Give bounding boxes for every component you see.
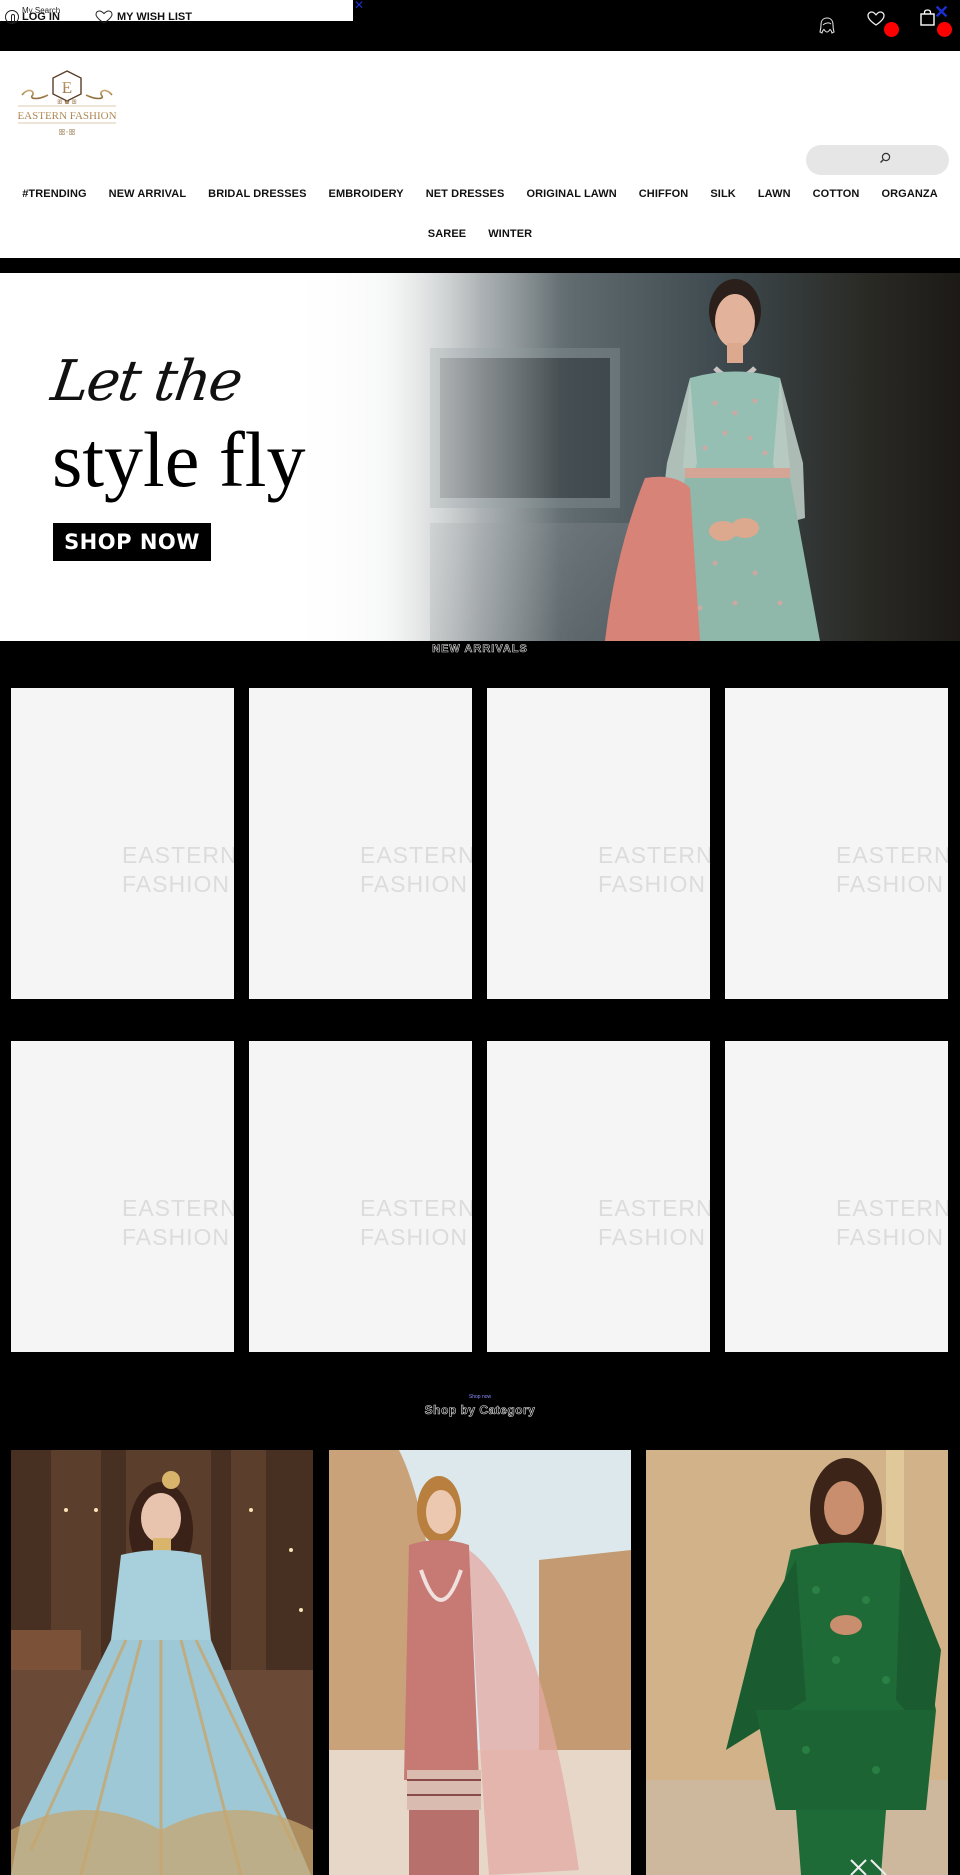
hero-model-image: [605, 279, 820, 641]
close-cart-icon[interactable]: ✕: [934, 2, 949, 23]
nav-cotton[interactable]: COTTON: [802, 188, 871, 200]
heart-outline-icon: [95, 10, 113, 24]
product-card[interactable]: EASTERN FASHION: [249, 688, 472, 999]
hero-script-line: Let the: [47, 349, 245, 414]
wishlist-count-badge: [884, 22, 899, 37]
nav-chiffon[interactable]: CHIFFON: [628, 188, 700, 200]
product-placeholder-watermark: EASTERN FASHION: [836, 842, 948, 897]
wishlist-link[interactable]: MY WISH LIST: [95, 10, 192, 24]
account-icon[interactable]: [818, 16, 836, 36]
nav-silk[interactable]: SILK: [699, 188, 746, 200]
top-utility-strip: My Search LOG IN MY WISH LIST: [0, 0, 353, 24]
product-card[interactable]: EASTERN FASHION: [11, 1041, 234, 1352]
eastern-fashion-logo[interactable]: E ꕥ ✿ ꕥ EASTERN FASHION ꕥ·ꕥ: [14, 69, 120, 144]
svg-text:ꕥ·ꕥ: ꕥ·ꕥ: [58, 128, 75, 137]
search-icon[interactable]: [878, 151, 892, 165]
main-nav-row-2: SAREE WINTER: [0, 228, 960, 240]
shop-by-category-overline: Shop now: [468, 1394, 492, 1400]
product-card[interactable]: EASTERN FASHION: [249, 1041, 472, 1352]
product-card[interactable]: EASTERN FASHION: [487, 688, 710, 999]
nav-bridal-dresses[interactable]: BRIDAL DRESSES: [197, 188, 317, 200]
main-nav-row-1: #TRENDING NEW ARRIVAL BRIDAL DRESSES EMB…: [0, 188, 960, 200]
svg-text:ꕥ ✿ ꕥ: ꕥ ✿ ꕥ: [57, 99, 77, 106]
wishlist-heart-icon[interactable]: [867, 11, 885, 26]
hero-headline: style fly: [52, 416, 306, 503]
product-placeholder-watermark: EASTERN FASHION: [598, 842, 710, 897]
nav-saree[interactable]: SAREE: [417, 228, 477, 240]
shop-by-category-title: Shop by Category: [424, 1403, 536, 1418]
nav-original-lawn[interactable]: ORIGINAL LAWN: [515, 188, 627, 200]
top-bar: My Search LOG IN MY WISH LIST ✕ ✕: [0, 0, 960, 51]
product-placeholder-watermark: EASTERN FASHION: [122, 842, 234, 897]
product-card[interactable]: EASTERN FASHION: [725, 1041, 948, 1352]
nav-net-dresses[interactable]: NET DRESSES: [415, 188, 516, 200]
nav-trending[interactable]: #TRENDING: [11, 188, 97, 200]
user-icon: [5, 10, 19, 24]
login-label: LOG IN: [22, 11, 60, 23]
cart-bag-icon[interactable]: [920, 9, 935, 26]
product-placeholder-watermark: EASTERN FASHION: [598, 1195, 710, 1250]
nav-organza[interactable]: ORGANZA: [870, 188, 948, 200]
category-card-lawn[interactable]: [329, 1450, 631, 1875]
product-placeholder-watermark: EASTERN FASHION: [122, 1195, 234, 1250]
logo-letter: E: [62, 78, 72, 97]
new-arrivals-title: NEW ARRIVALS: [432, 643, 528, 656]
nav-new-arrival[interactable]: NEW ARRIVAL: [98, 188, 197, 200]
product-card[interactable]: EASTERN FASHION: [725, 688, 948, 999]
wishlist-label: MY WISH LIST: [117, 11, 192, 23]
nav-winter[interactable]: WINTER: [477, 228, 543, 240]
product-card[interactable]: EASTERN FASHION: [487, 1041, 710, 1352]
product-placeholder-watermark: EASTERN FASHION: [360, 842, 472, 897]
product-card[interactable]: EASTERN FASHION: [11, 688, 234, 999]
hero-banner[interactable]: Let the style fly SHOP NOW: [0, 273, 960, 641]
category-card-bridal[interactable]: [11, 1450, 313, 1875]
shop-now-button[interactable]: SHOP NOW: [53, 523, 211, 561]
product-placeholder-watermark: EASTERN FASHION: [360, 1195, 472, 1250]
nav-embroidery[interactable]: EMBROIDERY: [318, 188, 415, 200]
cart-count-badge: [937, 22, 952, 37]
product-placeholder-watermark: EASTERN FASHION: [836, 1195, 948, 1250]
login-link[interactable]: LOG IN: [5, 10, 60, 24]
logo-text: EASTERN FASHION: [17, 110, 116, 122]
nav-lawn[interactable]: LAWN: [747, 188, 802, 200]
category-card-embroidery[interactable]: [646, 1450, 948, 1875]
close-icon[interactable]: ✕: [354, 0, 364, 12]
site-header: E ꕥ ✿ ꕥ EASTERN FASHION ꕥ·ꕥ #TRENDING NE…: [0, 51, 960, 258]
search-input[interactable]: [806, 145, 949, 175]
